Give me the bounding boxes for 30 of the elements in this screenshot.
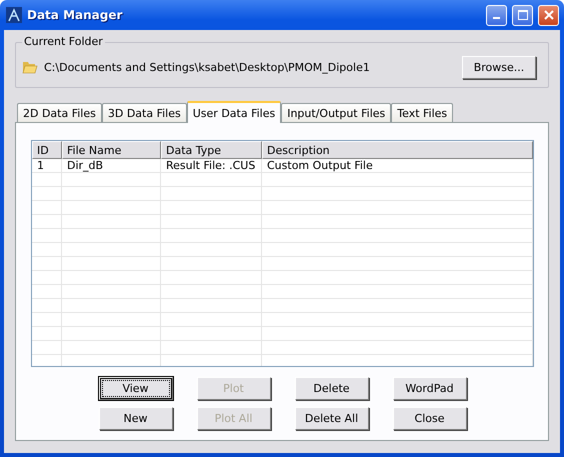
action-button[interactable]: WordPad [392,377,466,400]
browse-button[interactable]: Browse... [462,56,536,78]
action-button[interactable]: Close [392,407,466,430]
table-cell: Custom Output File [262,159,533,173]
table-cell: Result File: .CUS [161,159,262,173]
close-icon [544,10,554,20]
table-cell: 1 [32,159,62,173]
maximize-button[interactable] [512,4,533,26]
app-icon [6,7,22,23]
folder-icon [22,60,38,74]
table-cell: Dir_dB [62,159,161,173]
column-header[interactable]: Description [262,141,533,159]
group-label: Current Folder [22,35,105,48]
column-header[interactable]: Data Type [161,141,262,159]
action-button[interactable]: View [98,377,172,400]
action-button[interactable]: Delete All [294,407,368,430]
tab[interactable]: User Data Files [186,101,282,123]
tab[interactable]: Text Files [391,103,454,122]
window-title: Data Manager [27,8,124,22]
minimize-button[interactable] [486,4,507,26]
action-button[interactable]: New [98,407,172,430]
close-button[interactable] [538,4,559,26]
tab[interactable]: 2D Data Files [17,103,102,122]
tab[interactable]: 3D Data Files [102,103,187,122]
action-button[interactable]: Delete [294,377,368,400]
column-header[interactable]: File Name [62,141,161,159]
maximize-icon [518,10,528,20]
column-header[interactable]: ID [32,141,62,159]
tab[interactable]: Input/Output Files [281,103,392,122]
folder-path: C:\Documents and Settings\ksabet\Desktop\PMOM_Dipole1 [44,60,371,74]
